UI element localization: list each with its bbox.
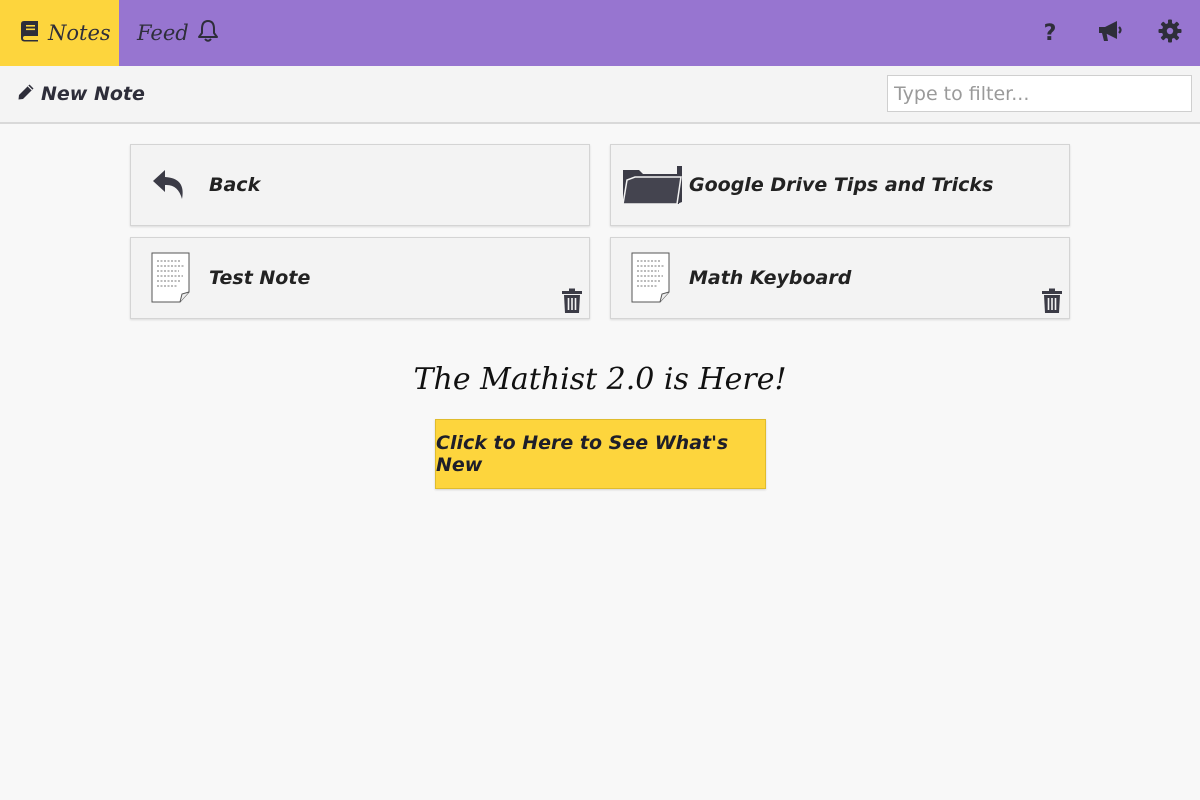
top-nav-bar: Notes Feed ?	[0, 0, 1200, 66]
settings-button[interactable]	[1140, 0, 1200, 66]
announcement-title: The Mathist 2.0 is Here!	[413, 362, 787, 397]
book-icon	[20, 20, 40, 47]
back-card[interactable]: Back	[130, 144, 590, 226]
new-note-button[interactable]: New Note	[17, 66, 145, 122]
megaphone-icon	[1097, 20, 1123, 46]
card-label: Back	[209, 174, 261, 196]
new-note-label: New Note	[41, 83, 145, 105]
folder-icon	[621, 145, 683, 225]
note-card[interactable]: Math Keyboard	[610, 237, 1070, 319]
card-label: Test Note	[209, 267, 311, 289]
tab-notes-label: Notes	[48, 21, 111, 45]
filter-input[interactable]	[887, 75, 1192, 112]
tab-notes[interactable]: Notes	[0, 0, 119, 66]
help-icon: ?	[1043, 20, 1057, 46]
document-icon	[151, 238, 191, 318]
tab-feed-label: Feed	[137, 21, 189, 45]
trash-icon[interactable]	[1041, 288, 1063, 314]
card-label: Google Drive Tips and Tricks	[689, 174, 994, 196]
bell-icon	[197, 19, 219, 48]
whats-new-button[interactable]: Click to Here to See What's New	[435, 419, 766, 489]
help-button[interactable]: ?	[1020, 0, 1080, 66]
tab-feed[interactable]: Feed	[119, 0, 219, 66]
document-icon	[631, 238, 671, 318]
folder-card[interactable]: Google Drive Tips and Tricks	[610, 144, 1070, 226]
gear-icon	[1158, 19, 1182, 47]
note-card[interactable]: Test Note	[130, 237, 590, 319]
card-label: Math Keyboard	[689, 267, 852, 289]
pencil-icon	[17, 83, 35, 106]
trash-icon[interactable]	[561, 288, 583, 314]
back-arrow-icon	[151, 145, 189, 225]
announcements-button[interactable]	[1080, 0, 1140, 66]
toolbar: New Note	[0, 66, 1200, 124]
top-right-icons: ?	[1020, 0, 1200, 66]
